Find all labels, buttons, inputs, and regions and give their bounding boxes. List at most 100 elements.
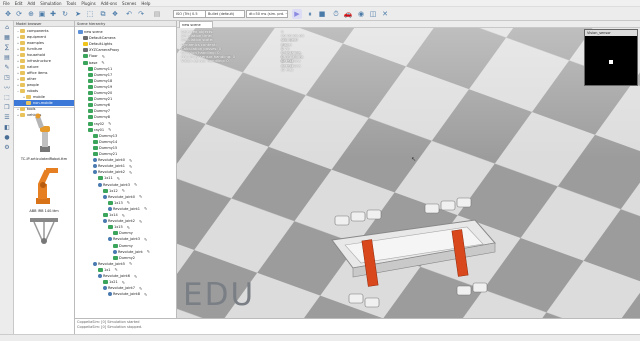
scene-object-row[interactable]: Dummy17 bbox=[88, 72, 112, 78]
scene-object-row[interactable]: Dummy7 bbox=[88, 108, 110, 114]
shape-edit-icon[interactable]: ◳ bbox=[2, 73, 12, 82]
script-icon[interactable]: ✎ bbox=[129, 170, 132, 175]
vision-sensor-floating-view[interactable]: Vision_sensor bbox=[584, 29, 638, 86]
scene-object-row[interactable]: Dummy bbox=[113, 230, 133, 236]
script-icon[interactable]: ✎ bbox=[134, 182, 137, 187]
dynamics-engine-select[interactable]: Bullet (default) bbox=[205, 10, 245, 18]
scene-object-row[interactable]: Revolute_joint5 ✎ bbox=[93, 261, 132, 267]
object-rotate-icon[interactable]: ↻ bbox=[60, 9, 70, 19]
script-icon[interactable]: ✎ bbox=[129, 164, 132, 169]
model-browser-icon[interactable]: ❒ bbox=[2, 103, 12, 112]
scene-object-row[interactable]: Dummy14 bbox=[93, 139, 117, 145]
redo-icon[interactable]: ↷ bbox=[136, 9, 146, 19]
scene-object-row[interactable]: Dummy15 bbox=[93, 145, 117, 151]
menu-item[interactable]: Plugins bbox=[81, 0, 95, 7]
scene-hierarchy-icon[interactable]: ☰ bbox=[2, 113, 12, 122]
script-icon[interactable]: ✎ bbox=[122, 188, 125, 193]
scene-object-row[interactable]: Revolute_joint1 ✎ bbox=[93, 163, 132, 169]
scene-object-row[interactable]: XYZCameraProxy bbox=[83, 47, 119, 53]
threaded-rendering-icon[interactable]: ✕ bbox=[380, 9, 390, 19]
scene-object-row[interactable]: ray02 ✎ bbox=[88, 121, 111, 127]
scene-object-row[interactable]: Revolute_joint0 ✎ bbox=[93, 157, 132, 163]
script-icon[interactable]: ✎ bbox=[129, 261, 132, 266]
select-icon[interactable]: ➤ bbox=[73, 9, 83, 19]
object-properties-icon[interactable]: ▦ bbox=[2, 33, 12, 42]
script-icon[interactable]: ✎ bbox=[102, 54, 105, 59]
menu-item[interactable]: Tools bbox=[67, 0, 77, 7]
scene-object-row[interactable]: Dummy21 bbox=[93, 151, 117, 157]
script-icon[interactable]: ✎ bbox=[122, 280, 125, 285]
script-icon[interactable]: ✎ bbox=[117, 176, 120, 181]
collection-icon[interactable]: ❖ bbox=[110, 9, 120, 19]
scene-object-row[interactable]: 1x21 ✎ bbox=[103, 279, 125, 285]
visualization-icon[interactable]: ◉ bbox=[356, 9, 366, 19]
assemble-icon[interactable]: ⬚ bbox=[85, 9, 95, 19]
scene-icon[interactable]: ⌂ bbox=[2, 23, 12, 32]
script-icon[interactable]: ✎ bbox=[144, 206, 147, 211]
user-settings-icon[interactable]: ⚙ bbox=[2, 143, 12, 152]
selection-icon[interactable]: ⬚ bbox=[2, 93, 12, 102]
script-icon[interactable]: ✎ bbox=[115, 267, 118, 272]
scene-tab[interactable]: new scene bbox=[179, 21, 213, 28]
scene-object-row[interactable]: Dummy8 bbox=[88, 114, 110, 120]
model-thumb-tcip[interactable]: TC-IP-articulatedRobot.ttm bbox=[14, 112, 74, 161]
scripts-icon[interactable]: ✎ bbox=[2, 63, 12, 72]
script-icon[interactable]: ✎ bbox=[108, 121, 111, 126]
scene-object-row[interactable]: Dummy11 bbox=[88, 66, 112, 72]
scene-object-row[interactable]: 1x1 ✎ bbox=[98, 267, 118, 273]
scene-object-row[interactable]: 1x15 ✎ bbox=[108, 224, 130, 230]
script-icon[interactable]: ✎ bbox=[129, 158, 132, 163]
menu-item[interactable]: Add bbox=[27, 0, 35, 7]
scene-object-row[interactable]: Revolute_joint3 ✎ bbox=[108, 236, 147, 242]
realtime-icon[interactable]: ⏱ bbox=[331, 9, 341, 19]
scene-object-row[interactable]: base ✎ bbox=[83, 60, 105, 66]
scene-object-row[interactable]: 1x11 ✎ bbox=[98, 175, 120, 181]
transfer-dna-icon[interactable]: ⧉ bbox=[98, 9, 108, 19]
scene-object-row[interactable]: new scene bbox=[78, 29, 103, 35]
model-thumb-delta[interactable] bbox=[14, 216, 74, 247]
scene-object-row[interactable]: Dummy18 bbox=[88, 78, 112, 84]
scene-object-row[interactable]: Revolute_joint ✎ bbox=[113, 249, 150, 255]
menu-item[interactable]: Scenes bbox=[122, 0, 136, 7]
layers-icon[interactable]: ◧ bbox=[2, 123, 12, 132]
scene-object-row[interactable]: Revolute_joint3 ✎ bbox=[98, 182, 137, 188]
zoom-icon[interactable]: ⊕ bbox=[26, 9, 36, 19]
script-icon[interactable]: ✎ bbox=[127, 200, 130, 205]
calc-modules-icon[interactable]: ∑ bbox=[2, 43, 12, 52]
scene-object-row[interactable]: 1x12 ✎ bbox=[103, 188, 125, 194]
play-icon[interactable]: ▶ bbox=[292, 9, 302, 19]
scene-object-row[interactable]: Revolute_joint2 ✎ bbox=[103, 218, 142, 224]
model-thumb-abb[interactable]: ABB IRB 140.ttm bbox=[14, 164, 74, 213]
scene-object-row[interactable]: Dummy21 bbox=[88, 96, 112, 102]
scene-object-row[interactable]: DefaultLights bbox=[83, 41, 112, 47]
scene-object-row[interactable]: Floor ✎ bbox=[83, 53, 105, 59]
time-step-select[interactable]: dt=50 ms (sim. prd. ~0.5 bbox=[246, 10, 288, 18]
scene-object-row[interactable]: 1x13 ✎ bbox=[108, 200, 130, 206]
script-icon[interactable]: ✎ bbox=[139, 219, 142, 224]
script-icon[interactable]: ✎ bbox=[144, 237, 147, 242]
scene-object-row[interactable]: DefaultCamera bbox=[83, 35, 116, 41]
scene-object-row[interactable]: Dummy13 bbox=[93, 133, 117, 139]
script-icon[interactable]: ✎ bbox=[147, 249, 150, 254]
scene-object-row[interactable]: Dummy20 bbox=[88, 90, 112, 96]
fit-view-icon[interactable]: ▣ bbox=[37, 9, 47, 19]
scene-object-row[interactable]: ray01 ✎ bbox=[88, 127, 111, 133]
stop-icon[interactable]: ■ bbox=[317, 9, 327, 19]
scene-object-row[interactable]: Dummy bbox=[113, 243, 133, 249]
scene-object-row[interactable]: Dummy2 bbox=[113, 255, 135, 261]
script-icon[interactable]: ✎ bbox=[101, 60, 104, 65]
video-recorder-icon[interactable]: ● bbox=[2, 133, 12, 142]
scene-object-row[interactable]: Revolute_joint8 ✎ bbox=[108, 291, 147, 297]
car-icon[interactable]: 🚗 bbox=[343, 9, 353, 19]
scene-object-row[interactable]: Revolute_joint7 ✎ bbox=[103, 285, 142, 291]
scene-object-row[interactable]: Revolute_joint2 ✎ bbox=[93, 169, 132, 175]
script-icon[interactable]: ✎ bbox=[127, 225, 130, 230]
script-icon[interactable]: ✎ bbox=[139, 194, 142, 199]
script-icon[interactable]: ✎ bbox=[122, 213, 125, 218]
scene-object-row[interactable]: Dummy19 bbox=[88, 84, 112, 90]
path-edit-icon[interactable]: 〰 bbox=[2, 83, 12, 92]
script-icon[interactable]: ✎ bbox=[108, 127, 111, 132]
scene-object-row[interactable]: Revolute_joint6 ✎ bbox=[98, 273, 137, 279]
menu-item[interactable]: Help bbox=[141, 0, 150, 7]
3d-viewport[interactable]: ↖ Selected objects: 0 Simulation time: 00:0… bbox=[177, 28, 640, 318]
